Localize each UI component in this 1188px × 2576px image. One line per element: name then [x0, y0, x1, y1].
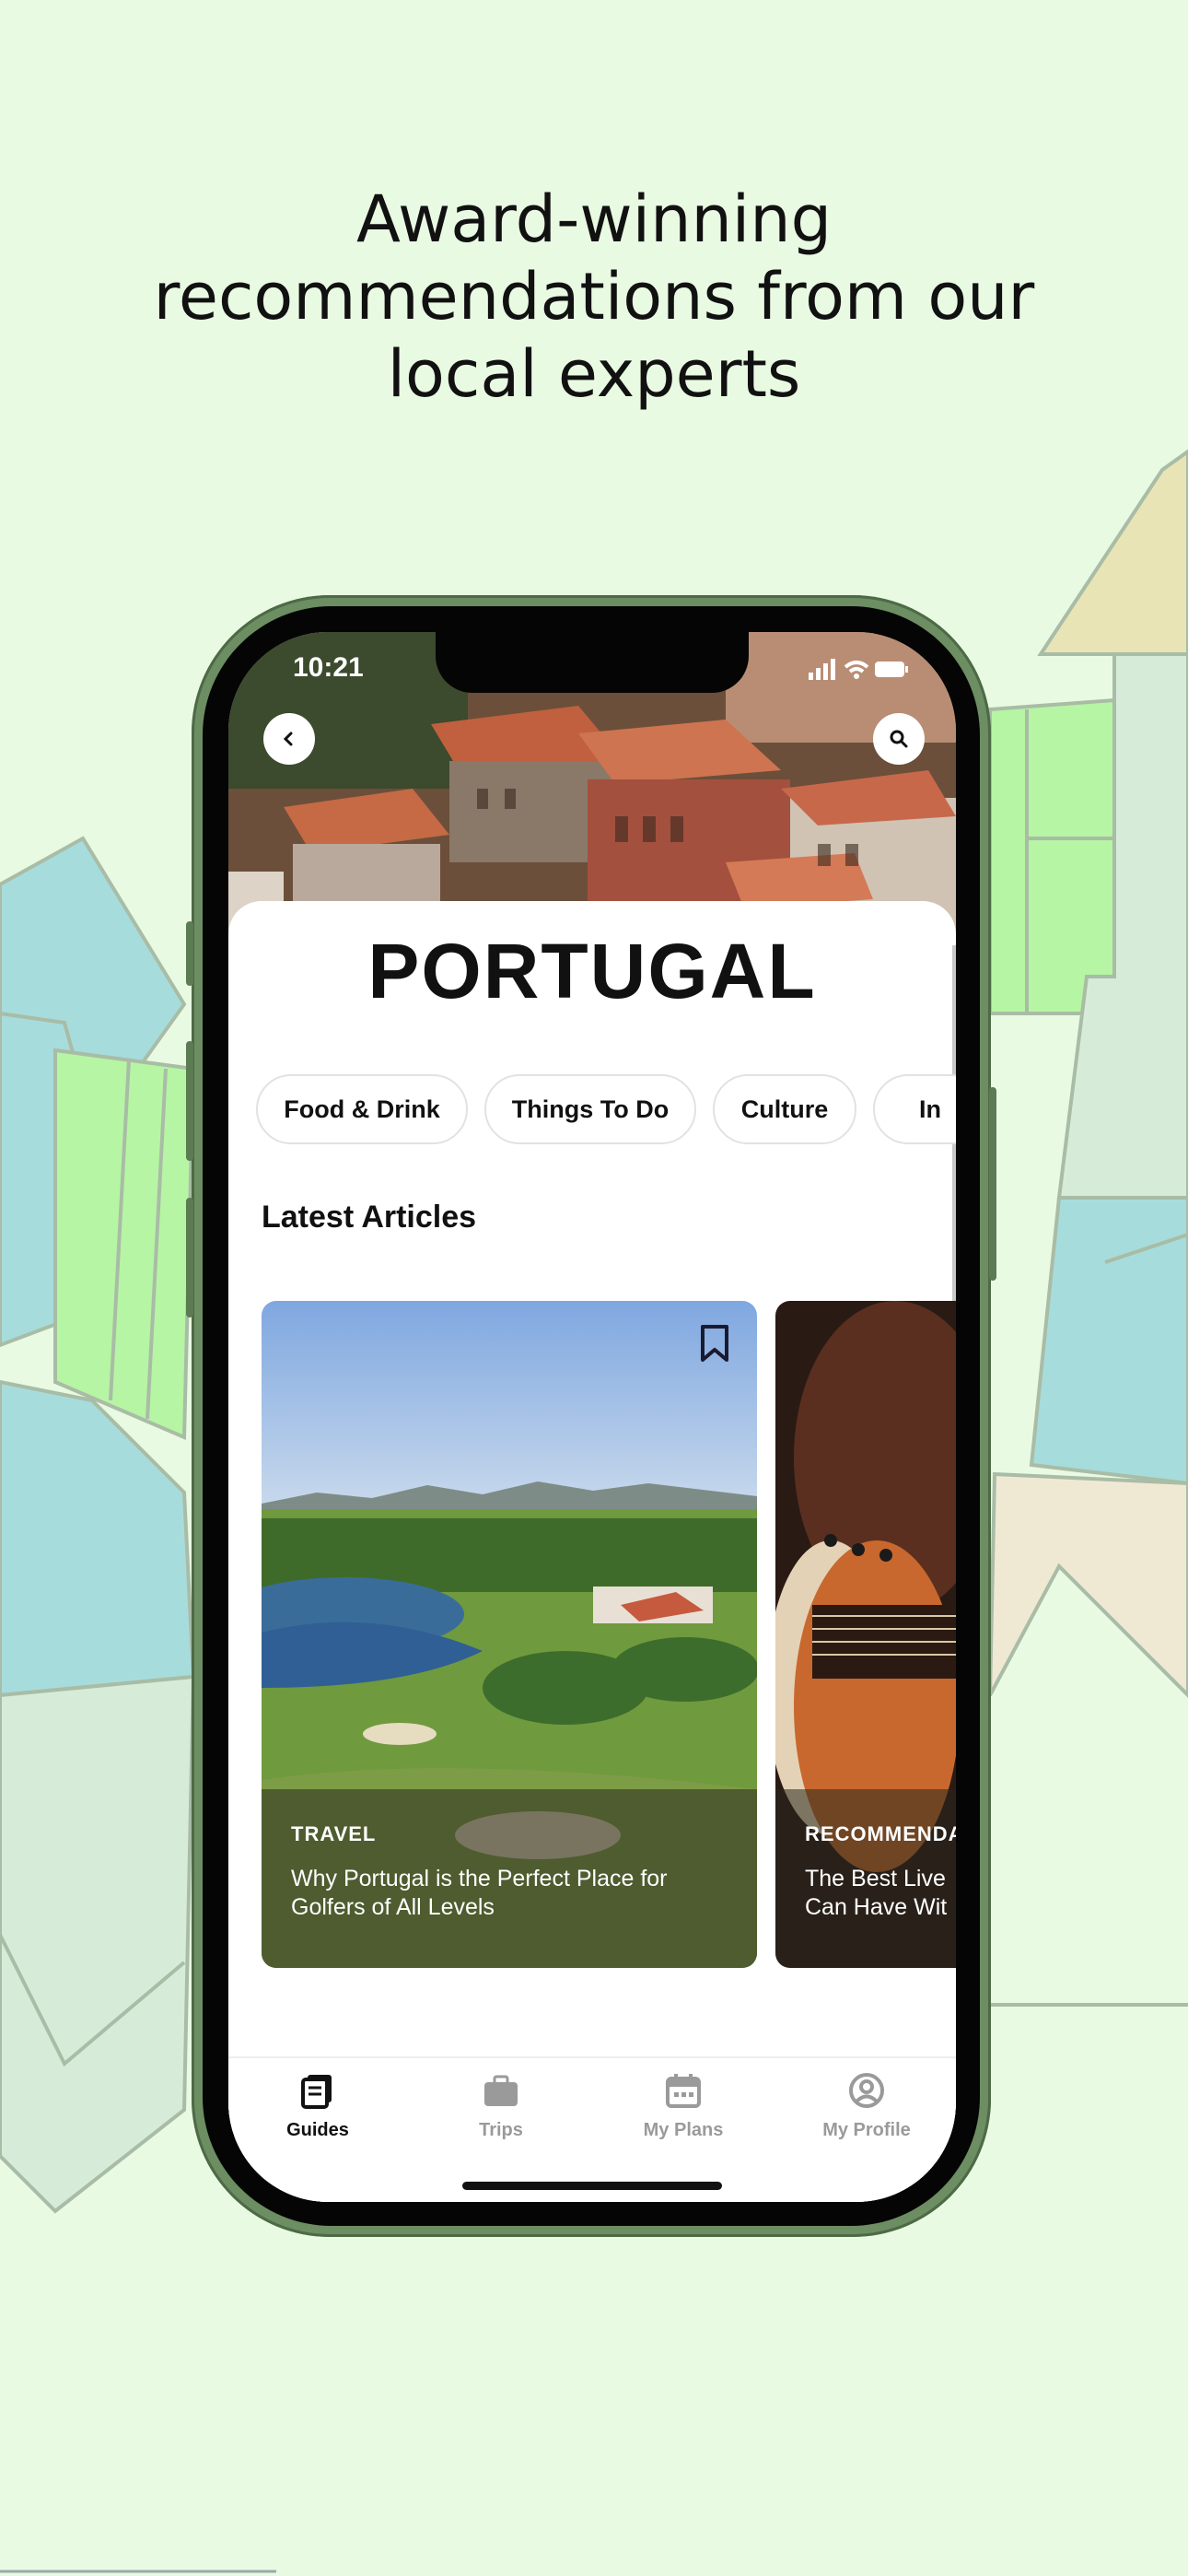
tab-my-profile[interactable]: My Profile	[793, 2071, 940, 2141]
article-title: Why Portugal is the Perfect Place for Go…	[291, 1866, 668, 1920]
tab-label: My Profile	[822, 2120, 911, 2140]
headline-line-2: recommendations from our	[153, 259, 1035, 334]
status-icons	[809, 656, 910, 686]
tab-my-plans[interactable]: My Plans	[610, 2071, 757, 2141]
back-button[interactable]	[263, 713, 315, 765]
chip-culture[interactable]: Culture	[713, 1074, 856, 1144]
marketing-headline: Award-winning recommendations from our l…	[0, 181, 1188, 413]
home-indicator[interactable]	[462, 2182, 722, 2190]
calendar-icon	[666, 2074, 701, 2108]
bottom-tab-bar: Guides Trips My Plans My Profile	[228, 2056, 956, 2202]
bookmark-button[interactable]	[689, 1317, 740, 1369]
chip-food-drink[interactable]: Food & Drink	[256, 1074, 468, 1144]
headline-line-1: Award-winning	[355, 181, 833, 257]
article-card[interactable]: TRAVEL Why Portugal is the Perfect Place…	[262, 1301, 757, 1968]
article-card[interactable]: RECOMMENDAT The Best Live Can Have Wit	[775, 1301, 956, 1968]
phone-volume-up	[186, 1041, 193, 1161]
briefcase-icon	[484, 2075, 518, 2106]
tab-label: Trips	[479, 2120, 523, 2140]
signal-icon	[809, 659, 835, 680]
status-time: 10:21	[293, 652, 364, 683]
bookmark-icon	[701, 1325, 728, 1362]
profile-icon	[849, 2073, 884, 2108]
battery-icon	[875, 662, 908, 677]
headline-line-3: local experts	[387, 336, 801, 412]
phone-notch	[436, 632, 749, 693]
chip-things-to-do[interactable]: Things To Do	[484, 1074, 696, 1144]
destination-title: PORTUGAL	[367, 928, 817, 1014]
article-category: TRAVEL	[291, 1822, 377, 1845]
phone-side-button	[186, 921, 193, 986]
wifi-icon	[844, 661, 869, 673]
search-icon	[890, 730, 908, 748]
search-button[interactable]	[873, 713, 925, 765]
article-title: The Best Live Can Have Wit	[805, 1866, 948, 1920]
latest-articles-heading: Latest Articles	[262, 1200, 477, 1235]
phone-power-button	[989, 1087, 996, 1281]
tab-trips[interactable]: Trips	[427, 2071, 575, 2141]
tab-label: Guides	[286, 2120, 349, 2140]
chevron-left-icon	[283, 732, 293, 746]
tab-label: My Plans	[643, 2120, 724, 2140]
app-screen: 10:21 PORTUGAL Food & Drink Things To Do…	[228, 632, 956, 2202]
article-category: RECOMMENDAT	[805, 1822, 956, 1845]
guides-icon	[301, 2075, 332, 2109]
phone-volume-down	[186, 1198, 193, 1317]
chip-more[interactable]: In	[873, 1074, 956, 1144]
tab-guides[interactable]: Guides	[244, 2071, 391, 2141]
